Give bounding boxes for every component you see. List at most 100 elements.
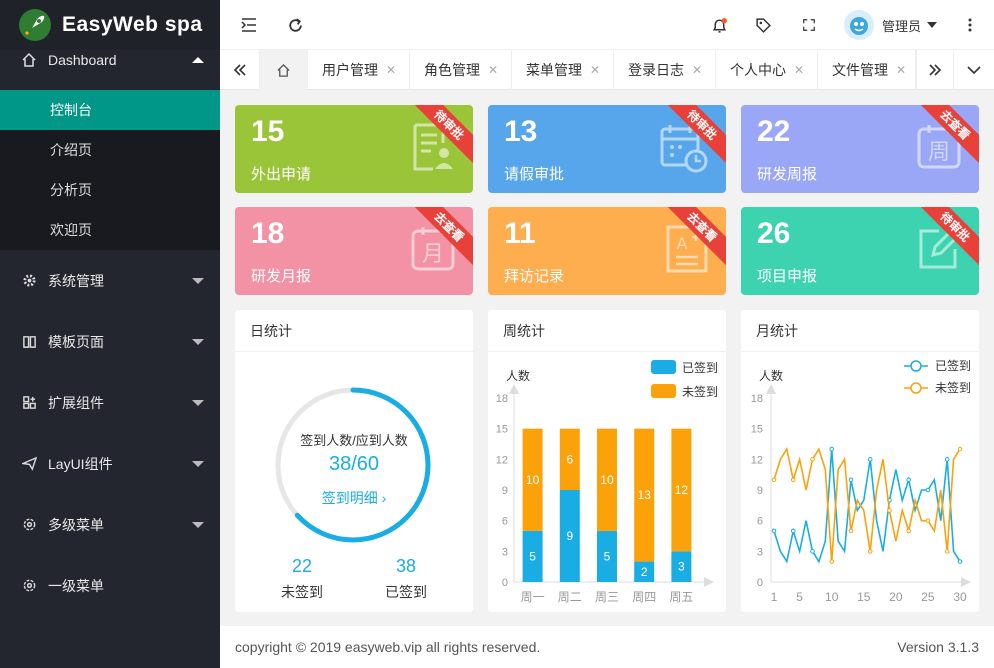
nav-intro-label: 介绍页	[50, 142, 92, 158]
data-point	[829, 559, 835, 564]
close-icon[interactable]: ✕	[488, 63, 498, 77]
monthly-stats-panel: 月统计 人数 0 3 6 9 12 15 18 1 5 10 15 20 25 30 已签到 未签到	[741, 310, 979, 612]
stat-card-weekly[interactable]: 22 研发周报 周 去查看	[741, 105, 979, 193]
nav-analysis-label: 分析页	[50, 182, 92, 198]
stat-value: 15	[251, 115, 285, 148]
x-axis-arrow	[961, 577, 971, 587]
tag-button[interactable]	[748, 0, 778, 50]
y-axis-title: 人数	[506, 368, 530, 383]
username: 管理员	[882, 18, 922, 34]
y-tick-label: 18	[496, 393, 508, 405]
legend-swatch	[651, 384, 676, 398]
data-point	[867, 457, 873, 462]
avatar	[844, 10, 874, 40]
tab-scroll-left-button[interactable]	[220, 50, 260, 90]
close-icon[interactable]: ✕	[590, 63, 600, 77]
data-point	[957, 559, 963, 564]
nav-dashboard-label: Dashboard	[48, 52, 117, 68]
nav-templates-label: 模板页面	[48, 333, 104, 350]
nav-intro[interactable]: 介绍页	[0, 130, 220, 170]
y-tick-label: 6	[502, 516, 508, 528]
y-tick-label: 3	[757, 546, 763, 558]
settings-icon	[20, 517, 38, 532]
tab-user-management[interactable]: 用户管理 ✕	[308, 50, 410, 90]
nav-extensions[interactable]: 扩展组件	[0, 372, 220, 433]
stat-card-projects[interactable]: 26 项目申报 待审批	[741, 207, 979, 295]
legend-label: 已签到	[682, 360, 718, 375]
refresh-button[interactable]	[280, 0, 310, 50]
tab-menu-management[interactable]: 菜单管理 ✕	[512, 50, 614, 90]
unsigned-value: 22	[291, 556, 313, 576]
y-tick-label: 9	[502, 485, 508, 497]
close-icon[interactable]: ✕	[794, 63, 804, 77]
panel-title: 日统计	[235, 310, 473, 352]
tab-login-log[interactable]: 登录日志 ✕	[614, 50, 716, 90]
nav-analysis[interactable]: 分析页	[0, 170, 220, 210]
data-label: 2	[641, 565, 648, 579]
nav-console[interactable]: 控制台	[0, 90, 220, 130]
data-point	[771, 528, 777, 534]
copyright-text: copyright © 2019 easyweb.vip all rights …	[235, 639, 541, 655]
close-icon[interactable]: ✕	[386, 63, 396, 77]
x-tick-label: 周二	[558, 590, 582, 604]
home-icon	[20, 52, 38, 68]
chevron-down-icon	[192, 338, 204, 345]
menu-toggle-button[interactable]	[234, 0, 264, 50]
legend-label: 未签到	[682, 384, 718, 399]
tab-role-management[interactable]: 角色管理 ✕	[410, 50, 512, 90]
tab-options-button[interactable]	[954, 50, 994, 90]
tab-home[interactable]	[260, 50, 308, 90]
nav-templates[interactable]: 模板页面	[0, 311, 220, 372]
more-button[interactable]	[960, 0, 980, 50]
stat-value: 18	[251, 217, 285, 250]
stat-card-leave[interactable]: 13 请假审批 待审批	[488, 105, 726, 193]
stat-label: 项目申报	[757, 268, 818, 285]
legend-marker	[910, 360, 922, 372]
data-point	[944, 549, 950, 554]
y-tick-label: 0	[757, 577, 763, 589]
tab-scroll-right-button[interactable]	[916, 50, 954, 90]
close-icon[interactable]: ✕	[692, 63, 702, 77]
nav-dashboard[interactable]: Dashboard	[0, 30, 220, 90]
close-icon[interactable]: ✕	[896, 63, 906, 77]
series-line	[773, 449, 961, 564]
notification-button[interactable]	[704, 0, 734, 50]
nav-system-label: 系统管理	[48, 272, 104, 289]
chevron-up-icon	[192, 57, 204, 63]
data-label: 5	[604, 549, 611, 563]
nav-multilevel[interactable]: 多级菜单	[0, 494, 220, 555]
data-point	[810, 549, 815, 554]
data-point	[790, 477, 796, 483]
nav-system[interactable]: 系统管理	[0, 250, 220, 311]
data-label: 9	[566, 529, 573, 543]
nav-welcome[interactable]: 欢迎页	[0, 210, 220, 250]
sidebar: EasyWeb spa Dashboard 控制台 介绍页 分析页 欢迎页 系统…	[0, 0, 220, 668]
fullscreen-button[interactable]	[794, 0, 824, 50]
stat-value: 11	[504, 217, 536, 250]
stat-value: 26	[757, 217, 791, 250]
data-label: 13	[638, 488, 652, 502]
legend-marker	[910, 382, 922, 394]
stat-card-visits[interactable]: 11 拜访记录 A 去查看	[488, 207, 726, 295]
data-point	[771, 477, 777, 483]
indent-icon	[241, 18, 256, 32]
y-tick-label: 12	[496, 454, 508, 466]
y-tick-label: 15	[496, 424, 508, 436]
nav-layui-label: LayUI组件	[48, 455, 113, 472]
tab-file-management[interactable]: 文件管理 ✕	[818, 50, 916, 90]
nav-multilevel-label: 多级菜单	[48, 516, 104, 533]
data-point	[925, 518, 931, 523]
data-label: 12	[675, 483, 689, 497]
x-tick-label: 20	[889, 590, 903, 604]
tab-personal-center[interactable]: 个人中心 ✕	[716, 50, 818, 90]
user-menu[interactable]: 管理员	[844, 0, 954, 50]
stat-card-outing[interactable]: 15 外出申请 待审批	[235, 105, 473, 193]
book-icon	[20, 334, 38, 349]
stat-card-monthly[interactable]: 18 研发月报 月 去查看	[235, 207, 473, 295]
x-tick-label: 30	[953, 590, 967, 604]
footer: copyright © 2019 easyweb.vip all rights …	[220, 626, 994, 668]
nav-level1[interactable]: 一级菜单	[0, 555, 220, 616]
nav-layui[interactable]: LayUI组件	[0, 433, 220, 494]
stat-label: 拜访记录	[504, 268, 565, 285]
detail-link[interactable]: 签到明细 ›	[235, 488, 473, 508]
